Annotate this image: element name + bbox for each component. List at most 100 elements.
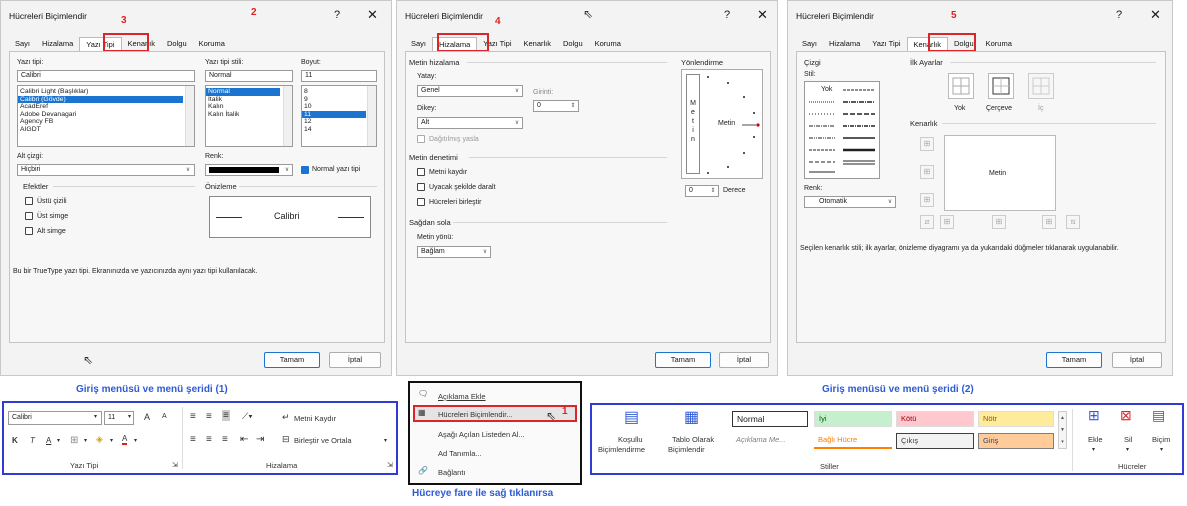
line-style-options[interactable]: [805, 82, 879, 178]
list-item[interactable]: 11: [302, 110, 366, 118]
list-item[interactable]: Calibri (Gövde): [18, 95, 183, 103]
insert-button[interactable]: Ekle: [1088, 435, 1103, 444]
border-top-button[interactable]: ⊞: [920, 137, 934, 151]
conditional-formatting-button[interactable]: Koşullu: [618, 435, 643, 444]
line-style-box[interactable]: Yok: [804, 81, 880, 179]
border-diag-up-button[interactable]: ⧄: [920, 215, 934, 229]
format-cells-icon[interactable]: ▤: [1152, 407, 1165, 424]
chevron-down-icon[interactable]: ∨: [282, 165, 292, 175]
tab-alignment[interactable]: Hizalama: [36, 37, 79, 51]
tab-number[interactable]: Sayı: [405, 37, 432, 51]
spin-icon[interactable]: ⇕: [708, 186, 718, 196]
ok-button[interactable]: Tamam: [655, 352, 711, 368]
border-right-button[interactable]: ⊞: [1042, 215, 1056, 229]
menu-item-define-name[interactable]: Ad Tanımla...: [438, 449, 482, 458]
chevron-down-icon[interactable]: ∨: [885, 197, 895, 207]
chevron-down-icon[interactable]: ▾: [1092, 446, 1095, 453]
cancel-button[interactable]: İptal: [329, 352, 381, 368]
tab-number[interactable]: Sayı: [9, 37, 36, 51]
scrollbar[interactable]: [367, 86, 376, 146]
bold-button[interactable]: K: [12, 436, 18, 445]
chevron-down-icon[interactable]: ∨: [183, 165, 193, 175]
close-button[interactable]: ✕: [367, 7, 378, 23]
ok-button[interactable]: Tamam: [1046, 352, 1102, 368]
align-center-icon[interactable]: ≡: [206, 434, 212, 445]
italic-button[interactable]: T: [30, 436, 35, 445]
orientation-box[interactable]: M e t i n Metin: [681, 69, 763, 179]
chevron-down-icon[interactable]: ∨: [512, 118, 522, 128]
dialog-launcher-icon[interactable]: ⇲: [387, 461, 393, 469]
strikethrough-checkbox[interactable]: [25, 197, 33, 205]
menu-item-link[interactable]: Bağlantı: [438, 468, 466, 477]
close-button[interactable]: ✕: [757, 7, 768, 23]
list-item[interactable]: Kalın: [206, 103, 292, 111]
menu-item-pick-from-list[interactable]: Aşağı Açılan Listeden Al...: [438, 430, 525, 439]
close-button[interactable]: ✕: [1150, 7, 1161, 23]
border-preview[interactable]: Metin: [944, 135, 1056, 211]
style-bad[interactable]: Kötü: [896, 411, 974, 427]
vertical-text-box[interactable]: M e t i n: [686, 74, 700, 174]
subscript-checkbox[interactable]: [25, 227, 33, 235]
conditional-formatting-icon[interactable]: ▤: [624, 407, 639, 427]
underline-button[interactable]: A: [46, 436, 51, 445]
color-select[interactable]: [205, 164, 293, 176]
style-neutral[interactable]: Nötr: [978, 411, 1054, 427]
help-button[interactable]: ?: [334, 9, 340, 21]
border-bottom-button[interactable]: ⊞: [920, 193, 934, 207]
decrease-font-icon[interactable]: A: [162, 413, 167, 420]
merge-icon[interactable]: ⊟: [282, 434, 290, 445]
borders-icon[interactable]: ⊞: [70, 435, 78, 446]
tab-alignment[interactable]: Hizalama: [823, 37, 866, 51]
chevron-down-icon[interactable]: ∨: [512, 86, 522, 96]
preset-inside-button[interactable]: [1028, 73, 1054, 99]
align-right-icon[interactable]: ≡: [222, 434, 228, 445]
align-left-icon[interactable]: ≡: [190, 434, 196, 445]
chevron-down-icon[interactable]: ▾: [1126, 446, 1129, 453]
tab-border[interactable]: Kenarlık: [518, 37, 558, 51]
tab-protection[interactable]: Koruma: [980, 37, 1018, 51]
list-item[interactable]: 10: [302, 103, 376, 111]
normal-font-checkbox[interactable]: [301, 166, 309, 174]
orientation-icon[interactable]: ⟋▾: [242, 411, 253, 422]
border-middle-button[interactable]: ⊞: [920, 165, 934, 179]
style-good[interactable]: İyi: [814, 411, 892, 427]
fill-color-icon[interactable]: ◈: [96, 434, 103, 445]
list-item[interactable]: 14: [302, 126, 376, 134]
style-linked-cell[interactable]: Bağlı Hücre: [814, 433, 892, 449]
tab-fill[interactable]: Dolgu: [161, 37, 193, 51]
align-bottom-icon[interactable]: ≡: [222, 410, 230, 421]
chevron-down-icon[interactable]: ▾: [128, 413, 131, 420]
shrink-to-fit-checkbox[interactable]: [417, 183, 425, 191]
distributed-checkbox[interactable]: [417, 135, 425, 143]
styles-scrollbar[interactable]: ▲ ▼ ▾: [1058, 411, 1067, 449]
chevron-down-icon[interactable]: ▾: [94, 413, 97, 420]
chevron-down-icon[interactable]: ▾: [134, 437, 137, 444]
font-name-select[interactable]: Calibri: [8, 411, 102, 425]
increase-font-icon[interactable]: A: [144, 412, 150, 422]
chevron-down-icon[interactable]: ∨: [480, 247, 490, 257]
align-middle-icon[interactable]: ≡: [206, 411, 212, 422]
preset-outline-button[interactable]: [988, 73, 1014, 99]
merge-cells-checkbox[interactable]: [417, 198, 425, 206]
style-input[interactable]: Normal: [205, 70, 293, 82]
border-left-button[interactable]: ⊞: [940, 215, 954, 229]
chevron-down-icon[interactable]: ▾: [84, 437, 87, 444]
conditional-formatting-label-2[interactable]: Biçimlendirme: [598, 445, 645, 454]
size-list[interactable]: 8 9 10 11 12 14: [301, 85, 377, 147]
dialog-launcher-icon[interactable]: ⇲: [172, 461, 178, 469]
wrap-text-button[interactable]: Metni Kaydır: [294, 414, 336, 423]
list-item[interactable]: AcadEref: [18, 103, 194, 111]
wrap-text-icon[interactable]: ↵: [282, 412, 290, 423]
color-select[interactable]: Otomatik: [804, 196, 896, 208]
list-item[interactable]: Calibri Light (Başlıklar): [18, 88, 194, 96]
merge-center-button[interactable]: Birleştir ve Ortala: [294, 436, 352, 445]
style-input[interactable]: Giriş: [978, 433, 1054, 449]
font-input[interactable]: Calibri: [17, 70, 195, 82]
chevron-down-icon[interactable]: ▾: [1160, 446, 1163, 453]
list-item[interactable]: 8: [302, 88, 376, 96]
spin-icon[interactable]: ⇕: [568, 101, 578, 111]
tab-protection[interactable]: Koruma: [589, 37, 627, 51]
font-color-button[interactable]: A: [122, 435, 128, 445]
scrollbar[interactable]: [283, 86, 292, 146]
style-output[interactable]: Çıkış: [896, 433, 974, 449]
